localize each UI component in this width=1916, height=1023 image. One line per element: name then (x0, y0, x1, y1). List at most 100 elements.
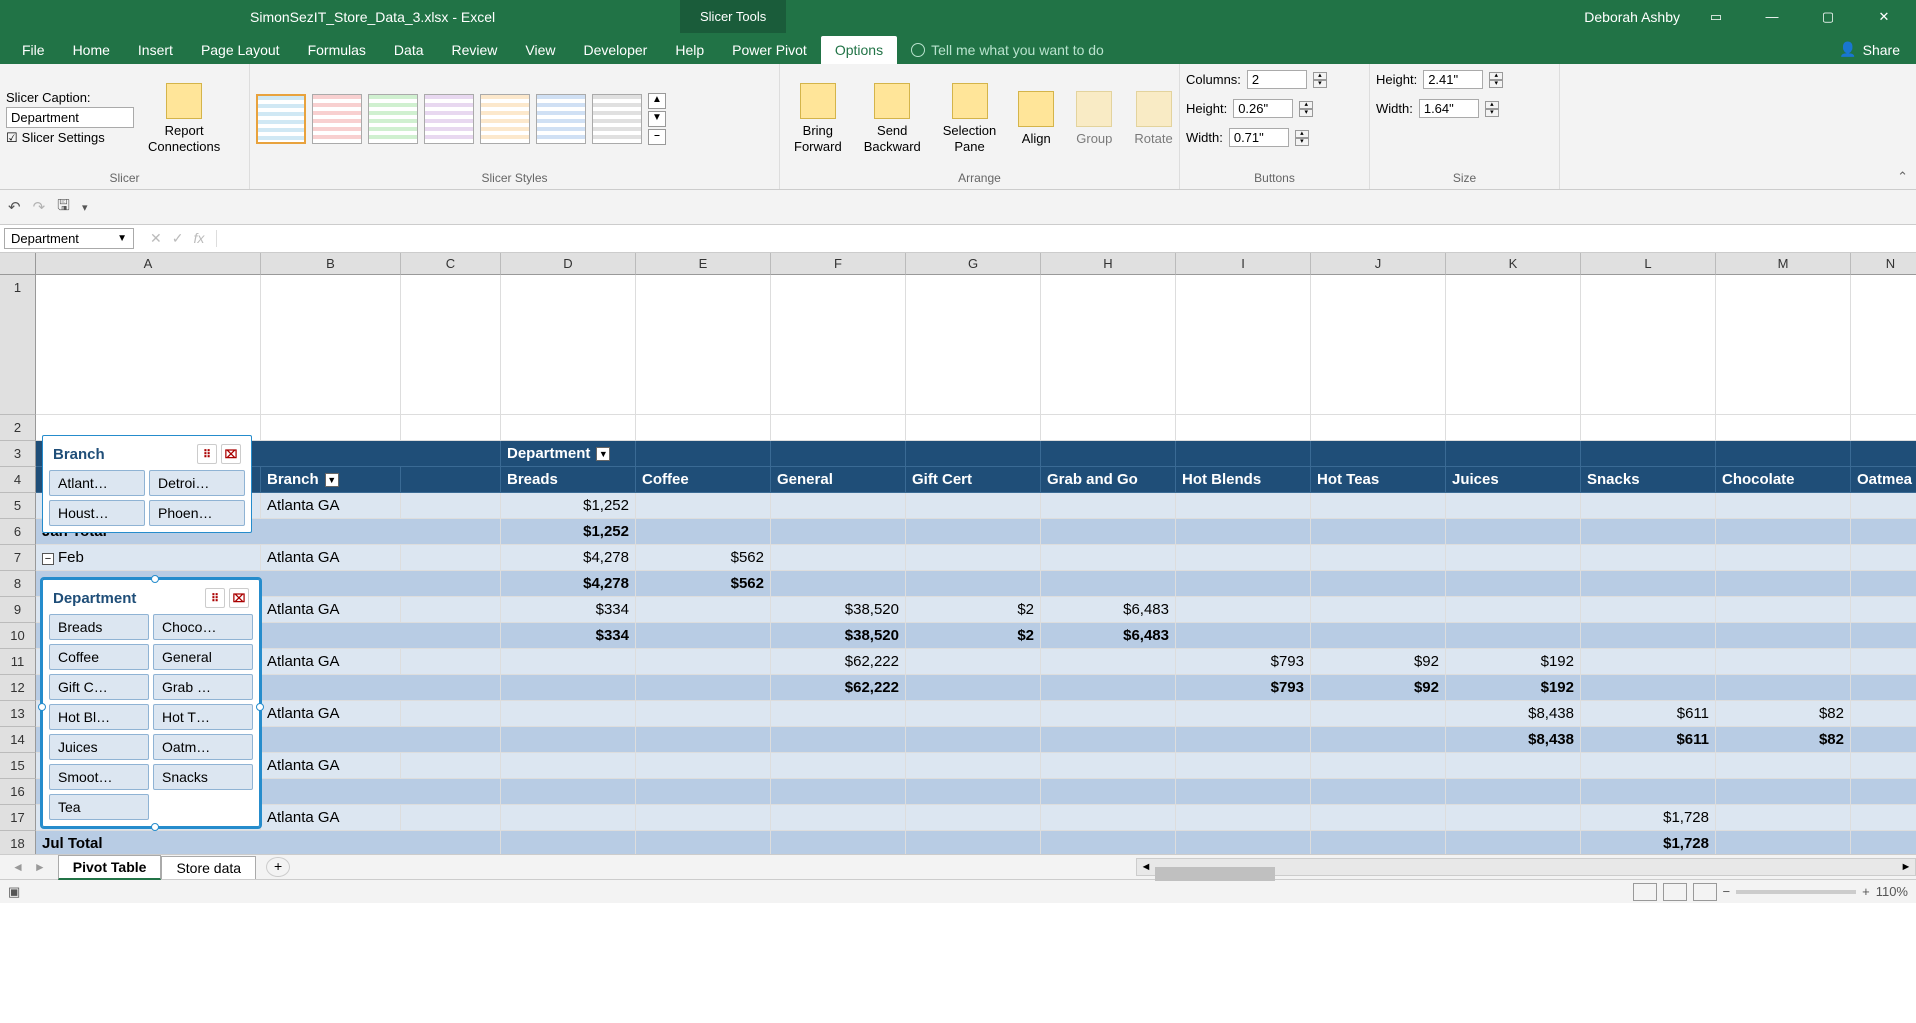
cell[interactable] (1716, 649, 1851, 675)
slicer-item[interactable]: Phoen… (149, 500, 245, 526)
cell[interactable]: $334 (501, 597, 636, 623)
cell[interactable]: Atlanta GA (261, 753, 401, 779)
cell[interactable] (1851, 571, 1916, 597)
cell[interactable] (1311, 727, 1446, 753)
cell[interactable] (501, 727, 636, 753)
cell[interactable] (1716, 493, 1851, 519)
slicer-item[interactable]: Coffee (49, 644, 149, 670)
cell[interactable] (906, 519, 1041, 545)
cell[interactable] (1041, 275, 1176, 415)
slicer-item[interactable]: Atlant… (49, 470, 145, 496)
cell[interactable] (906, 441, 1041, 467)
undo-icon[interactable]: ↶ (8, 198, 21, 216)
cell[interactable] (636, 779, 771, 805)
cell[interactable]: $611 (1581, 727, 1716, 753)
slicer-item[interactable]: Snacks (153, 764, 253, 790)
row-header[interactable]: 18 (0, 831, 36, 854)
cell[interactable] (906, 831, 1041, 854)
cell[interactable] (1581, 779, 1716, 805)
cell[interactable] (1581, 753, 1716, 779)
cell[interactable] (771, 519, 906, 545)
page-layout-view-icon[interactable] (1663, 883, 1687, 901)
cell[interactable] (636, 441, 771, 467)
cell[interactable] (1176, 441, 1311, 467)
cell[interactable]: Snacks (1581, 467, 1716, 493)
column-header[interactable]: D (501, 253, 636, 275)
cell[interactable] (1041, 805, 1176, 831)
cell[interactable] (1041, 649, 1176, 675)
cell[interactable]: Atlanta GA (261, 545, 401, 571)
cell[interactable]: $1,728 (1581, 831, 1716, 854)
column-header[interactable]: I (1176, 253, 1311, 275)
cell[interactable] (1041, 701, 1176, 727)
cell[interactable] (1581, 597, 1716, 623)
column-header[interactable]: E (636, 253, 771, 275)
cell[interactable]: $62,222 (771, 675, 906, 701)
cell[interactable]: $793 (1176, 675, 1311, 701)
row-header[interactable]: 11 (0, 649, 36, 675)
cell[interactable] (771, 571, 906, 597)
cell[interactable]: Atlanta GA (261, 701, 401, 727)
cell[interactable]: $192 (1446, 649, 1581, 675)
cell[interactable] (906, 571, 1041, 597)
cell[interactable] (1041, 571, 1176, 597)
cell[interactable] (906, 727, 1041, 753)
cell[interactable] (1176, 701, 1311, 727)
btn-width-input[interactable] (1229, 128, 1289, 147)
cell[interactable] (1581, 545, 1716, 571)
cell[interactable] (401, 753, 501, 779)
column-header[interactable]: N (1851, 253, 1916, 275)
cell[interactable]: $62,222 (771, 649, 906, 675)
cell[interactable]: $92 (1311, 649, 1446, 675)
cell[interactable] (1041, 415, 1176, 441)
cell[interactable] (1851, 275, 1916, 415)
cell[interactable]: $611 (1581, 701, 1716, 727)
spinner-up-icon[interactable]: ▴ (1313, 72, 1327, 80)
cell[interactable]: $6,483 (1041, 597, 1176, 623)
tell-me-search[interactable]: Tell me what you want to do (897, 36, 1118, 64)
horizontal-scrollbar[interactable]: ◄ ► (1136, 858, 1916, 876)
cell[interactable] (1446, 415, 1581, 441)
cell[interactable] (1851, 805, 1916, 831)
cell[interactable]: Juices (1446, 467, 1581, 493)
maximize-icon[interactable]: ▢ (1808, 9, 1848, 25)
cell[interactable]: Breads (501, 467, 636, 493)
cell[interactable] (501, 275, 636, 415)
columns-input[interactable] (1247, 70, 1307, 89)
cell[interactable] (501, 701, 636, 727)
close-icon[interactable]: ✕ (1864, 9, 1904, 25)
macro-record-icon[interactable]: ▣ (8, 884, 20, 900)
cell[interactable]: Atlanta GA (261, 805, 401, 831)
slicer-style-3[interactable] (368, 94, 418, 144)
align-button[interactable]: Align (1010, 87, 1062, 151)
cell[interactable]: Atlanta GA (261, 649, 401, 675)
cell[interactable]: $82 (1716, 727, 1851, 753)
row-header[interactable]: 1 (0, 275, 36, 415)
cell[interactable]: Gift Cert (906, 467, 1041, 493)
cell[interactable] (1446, 623, 1581, 649)
cell[interactable] (636, 275, 771, 415)
tab-view[interactable]: View (511, 36, 569, 64)
cell[interactable]: Department▼ (501, 441, 636, 467)
slicer-item[interactable]: Breads (49, 614, 149, 640)
send-backward-button[interactable]: Send Backward (856, 79, 929, 158)
cell[interactable] (1851, 597, 1916, 623)
column-header[interactable]: M (1716, 253, 1851, 275)
cell[interactable]: $82 (1716, 701, 1851, 727)
name-box[interactable]: Department ▼ (4, 228, 134, 249)
tab-review[interactable]: Review (438, 36, 512, 64)
cell[interactable] (401, 493, 501, 519)
slicer-item[interactable]: Hot T… (153, 704, 253, 730)
cell[interactable]: $4,278 (501, 571, 636, 597)
cell[interactable] (1716, 275, 1851, 415)
scroll-right-icon[interactable]: ► (1897, 861, 1915, 873)
selection-pane-button[interactable]: Selection Pane (935, 79, 1004, 158)
enter-formula-icon[interactable]: ✓ (172, 230, 184, 247)
cell[interactable]: $334 (501, 623, 636, 649)
cell[interactable] (1581, 623, 1716, 649)
cell[interactable] (771, 805, 906, 831)
cell[interactable]: $562 (636, 571, 771, 597)
scroll-left-icon[interactable]: ◄ (1137, 861, 1155, 873)
cell[interactable] (1716, 675, 1851, 701)
name-box-dropdown-icon[interactable]: ▼ (117, 233, 127, 244)
